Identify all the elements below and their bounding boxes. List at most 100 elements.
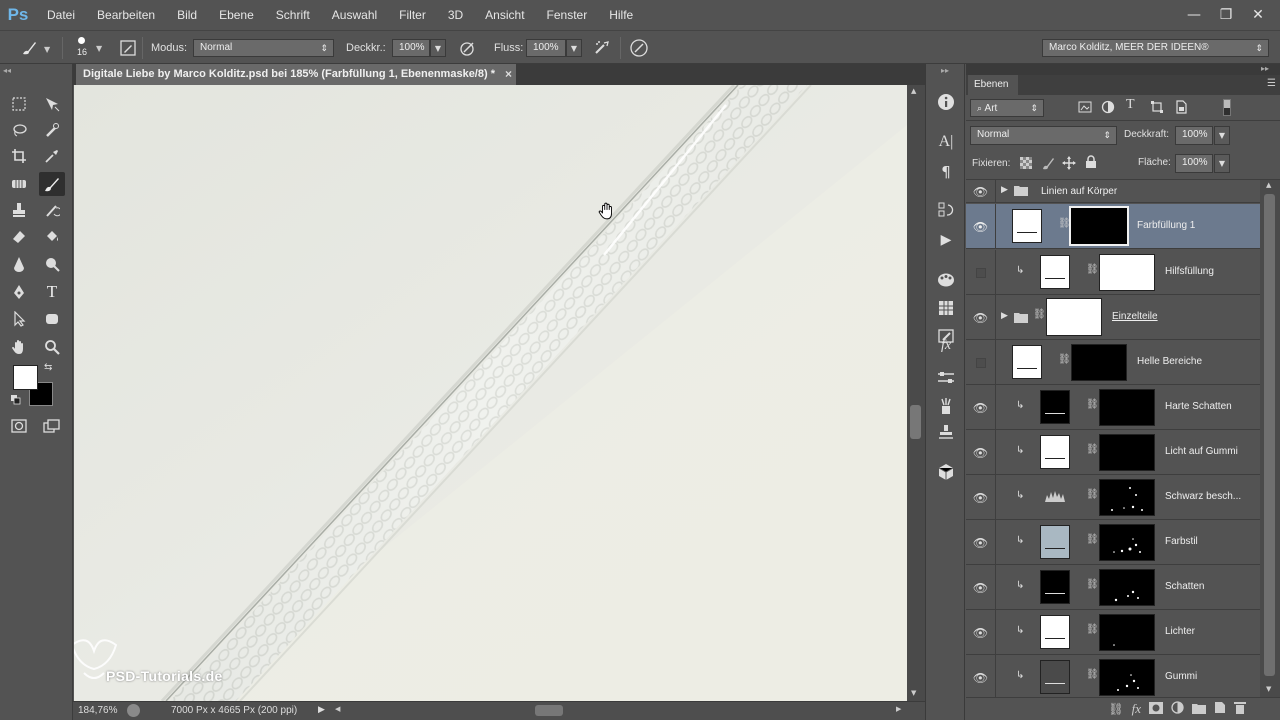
- new-group-icon[interactable]: [1192, 702, 1206, 717]
- scroll-thumb[interactable]: [910, 405, 921, 439]
- pressure-size-icon[interactable]: [628, 37, 650, 59]
- quick-mask-icon[interactable]: [6, 414, 32, 438]
- layer-row-lichter[interactable]: 👁 ↳ ⛓ Lichter: [966, 610, 1260, 655]
- expand-dock-icon[interactable]: ▸▸: [941, 66, 949, 75]
- lock-position-icon[interactable]: [1062, 156, 1076, 173]
- layer-row-helle-bereiche[interactable]: ⛓ Helle Bereiche: [966, 340, 1260, 385]
- visibility-toggle[interactable]: 👁: [966, 520, 996, 565]
- link-chain-icon[interactable]: ⛓: [1086, 264, 1099, 275]
- filter-shape-icon[interactable]: [1150, 100, 1164, 117]
- visibility-toggle[interactable]: [966, 250, 996, 295]
- layer-mask-thumbnail[interactable]: [1099, 434, 1155, 471]
- scroll-down-arrow-icon[interactable]: ▼: [1266, 685, 1271, 693]
- quick-selection-tool-icon[interactable]: [39, 118, 65, 142]
- history-panel-icon[interactable]: [926, 194, 966, 226]
- layer-row-schwarz-besch[interactable]: 👁 ↳ ⛓ Schwarz besch...: [966, 475, 1260, 520]
- menu-auswahl[interactable]: Auswahl: [321, 0, 388, 30]
- dodge-tool-icon[interactable]: [39, 252, 65, 276]
- scroll-up-arrow-icon[interactable]: ▲: [1266, 181, 1271, 189]
- visibility-toggle[interactable]: 👁: [966, 610, 996, 655]
- path-selection-tool-icon[interactable]: [6, 307, 32, 331]
- deckkraft-arrow-icon[interactable]: ▼: [430, 39, 446, 57]
- layer-row-licht-auf-gummi[interactable]: 👁 ↳ ⛓ Licht auf Gummi: [966, 430, 1260, 475]
- menu-hilfe[interactable]: Hilfe: [598, 0, 644, 30]
- close-button[interactable]: ✕: [1242, 4, 1274, 26]
- modus-dropdown[interactable]: Normal ⇕: [193, 39, 334, 57]
- status-info-icon[interactable]: [127, 704, 140, 717]
- move-tool-icon[interactable]: [39, 92, 65, 116]
- visibility-toggle[interactable]: 👁: [966, 655, 996, 697]
- fill-layer-thumbnail[interactable]: [1040, 660, 1070, 694]
- fluss-arrow-icon[interactable]: ▼: [566, 39, 582, 57]
- panel-menu-icon[interactable]: ☰: [1267, 78, 1276, 89]
- layer-row-gummi[interactable]: 👁 ↳ ⛓ Gummi: [966, 655, 1260, 697]
- layer-mask-thumbnail[interactable]: [1099, 569, 1155, 606]
- lasso-tool-icon[interactable]: [6, 118, 32, 142]
- scroll-down-arrow-icon[interactable]: ▼: [911, 689, 916, 697]
- expand-arrow-icon[interactable]: ▶: [1001, 311, 1008, 321]
- layer-row-harte-schatten[interactable]: 👁 ↳ ⛓ Harte Schatten: [966, 385, 1260, 430]
- eyedropper-tool-icon[interactable]: [39, 144, 65, 168]
- minimize-button[interactable]: —: [1178, 4, 1210, 26]
- menu-fenster[interactable]: Fenster: [536, 0, 599, 30]
- lock-all-icon[interactable]: [1085, 155, 1097, 172]
- filter-adjustment-icon[interactable]: [1101, 100, 1115, 117]
- fill-layer-thumbnail[interactable]: [1012, 209, 1042, 243]
- visibility-toggle[interactable]: 👁: [966, 180, 996, 203]
- layer-mask-thumbnail[interactable]: [1099, 254, 1155, 291]
- tool-preset-arrow-icon[interactable]: ▼: [44, 45, 50, 54]
- layer-mask-thumbnail[interactable]: [1099, 524, 1155, 561]
- lock-transparent-icon[interactable]: [1020, 157, 1032, 172]
- maximize-button[interactable]: ❐: [1210, 4, 1242, 26]
- link-chain-icon[interactable]: ⛓: [1058, 354, 1071, 365]
- expand-arrow-icon[interactable]: ▶: [1001, 185, 1008, 195]
- brush-picker-arrow-icon[interactable]: ▼: [96, 44, 102, 53]
- default-colors-icon[interactable]: [11, 395, 21, 405]
- document-canvas[interactable]: PSD-Tutorials.de: [74, 85, 907, 701]
- lock-pixels-icon[interactable]: [1041, 156, 1055, 173]
- filter-pixel-icon[interactable]: [1078, 100, 1092, 117]
- link-chain-icon[interactable]: ⛓: [1086, 489, 1099, 500]
- brush-panel-icon[interactable]: [117, 37, 139, 59]
- close-document-icon[interactable]: ×: [505, 64, 512, 85]
- fill-layer-thumbnail[interactable]: [1040, 435, 1070, 469]
- type-tool-icon[interactable]: T: [39, 280, 65, 304]
- visibility-toggle[interactable]: 👁: [966, 565, 996, 610]
- scroll-up-arrow-icon[interactable]: ▲: [911, 87, 916, 95]
- fill-layer-thumbnail[interactable]: [1040, 525, 1070, 559]
- layer-row-hilfsfuellung[interactable]: ↳ ⛓ Hilfsfüllung: [966, 250, 1260, 295]
- character-panel-icon[interactable]: A|: [926, 126, 966, 158]
- brush-tool-icon[interactable]: [39, 172, 65, 196]
- link-chain-icon[interactable]: ⛓: [1086, 399, 1099, 410]
- filter-toggle-switch[interactable]: [1223, 99, 1231, 116]
- visibility-toggle[interactable]: 👁: [966, 295, 996, 340]
- link-chain-icon[interactable]: ⛓: [1086, 534, 1099, 545]
- horizontal-scroll-thumb[interactable]: [535, 705, 563, 716]
- pressure-opacity-icon[interactable]: [457, 37, 479, 59]
- screen-mode-icon[interactable]: [39, 414, 65, 438]
- menu-schrift[interactable]: Schrift: [265, 0, 321, 30]
- zoom-level[interactable]: 184,76%: [78, 705, 117, 716]
- paint-bucket-tool-icon[interactable]: [39, 224, 65, 248]
- brush-tool-icon[interactable]: [18, 37, 40, 59]
- fill-input[interactable]: 100%: [1175, 154, 1213, 173]
- link-chain-icon[interactable]: ⛓: [1086, 579, 1099, 590]
- layer-mask-thumbnail[interactable]: [1099, 614, 1155, 651]
- filter-smart-object-icon[interactable]: [1174, 100, 1188, 117]
- menu-bild[interactable]: Bild: [166, 0, 208, 30]
- info-panel-icon[interactable]: [926, 86, 966, 118]
- fx-panel-icon[interactable]: fx: [926, 330, 966, 362]
- actions-panel-icon[interactable]: ▶: [926, 224, 966, 256]
- paragraph-panel-icon[interactable]: ¶: [926, 156, 966, 188]
- new-layer-icon[interactable]: [1214, 701, 1226, 717]
- menu-ebene[interactable]: Ebene: [208, 0, 265, 30]
- visibility-toggle[interactable]: 👁: [966, 385, 996, 430]
- add-layer-style-icon[interactable]: fx: [1132, 701, 1141, 717]
- collapse-arrows-icon[interactable]: ◂◂: [3, 66, 11, 75]
- shape-tool-icon[interactable]: [39, 307, 65, 331]
- visibility-toggle[interactable]: 👁: [966, 204, 996, 249]
- hscroll-right-arrow-icon[interactable]: ▶: [896, 705, 901, 713]
- delete-layer-icon[interactable]: [1234, 701, 1246, 717]
- clone-stamp-tool-icon[interactable]: [6, 198, 32, 222]
- visibility-toggle[interactable]: 👁: [966, 430, 996, 475]
